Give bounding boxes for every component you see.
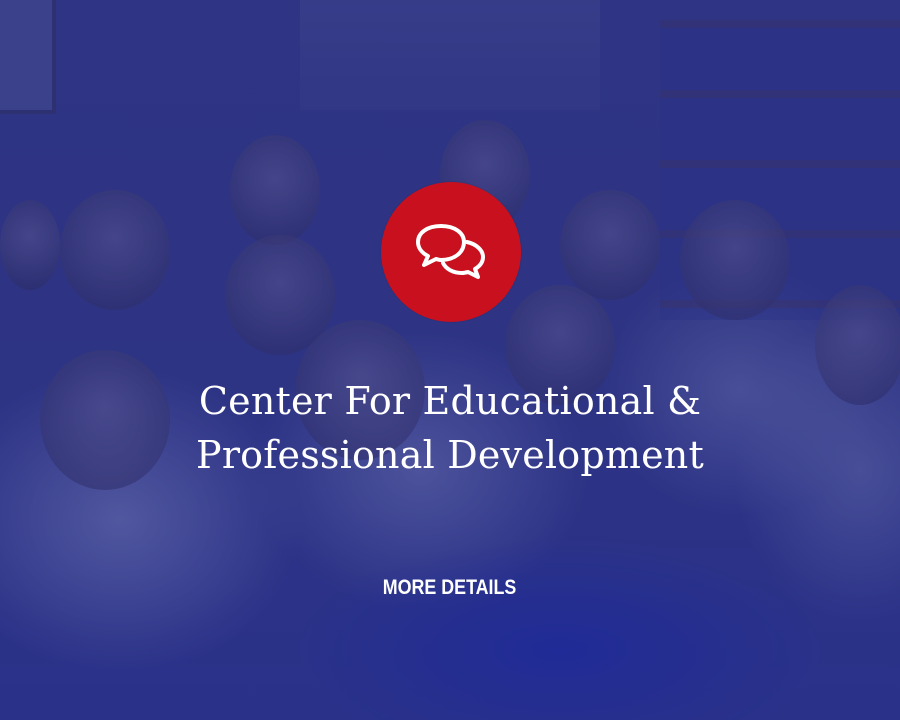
feature-card: Center For Educational & Professional De… bbox=[0, 0, 900, 720]
card-content: Center For Educational & Professional De… bbox=[0, 0, 900, 720]
card-title: Center For Educational & Professional De… bbox=[0, 374, 900, 482]
icon-badge bbox=[381, 182, 521, 322]
more-details-link[interactable]: MORE DETAILS bbox=[383, 576, 517, 600]
card-title-line-2: Professional Development bbox=[196, 433, 704, 477]
chat-bubbles-icon bbox=[416, 224, 485, 279]
card-title-line-1: Center For Educational & bbox=[198, 379, 702, 423]
more-details-wrapper: MORE DETAILS bbox=[0, 576, 900, 600]
